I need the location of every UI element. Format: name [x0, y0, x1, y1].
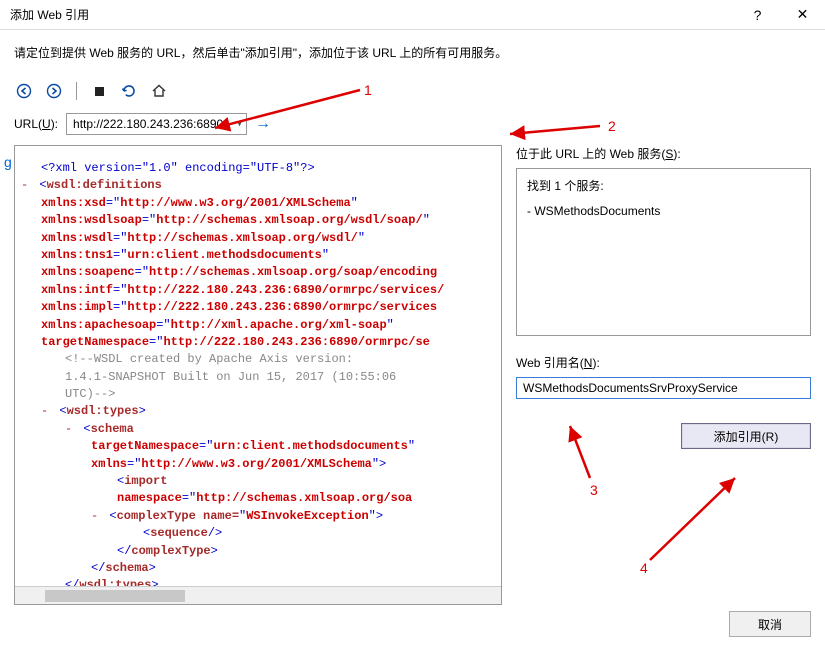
toolbar [0, 81, 825, 113]
services-found: 找到 1 个服务: [527, 177, 800, 194]
back-button[interactable] [14, 81, 34, 101]
help-button[interactable]: ? [735, 0, 780, 30]
stop-button[interactable] [89, 81, 109, 101]
close-button[interactable]: ✕ [780, 0, 825, 30]
add-reference-button[interactable]: 添加引用(R) [681, 423, 811, 449]
annotation-label-4: 4 [640, 560, 648, 576]
toolbar-separator [76, 82, 77, 100]
refresh-button[interactable] [119, 81, 139, 101]
forward-button[interactable] [44, 81, 64, 101]
url-input[interactable] [66, 113, 247, 135]
service-item[interactable]: - WSMethodsDocuments [527, 204, 800, 218]
titlebar: 添加 Web 引用 ? ✕ [0, 0, 825, 30]
go-button[interactable]: → [255, 115, 271, 133]
xml-content: <?xml version="1.0" encoding="UTF-8"?> -… [15, 146, 501, 605]
annotation-label-3: 3 [590, 482, 598, 498]
cancel-button[interactable]: 取消 [729, 611, 811, 637]
services-label: 位于此 URL 上的 Web 服务(S): [516, 145, 811, 162]
edge-letter: g [4, 154, 12, 170]
services-list[interactable]: 找到 1 个服务: - WSMethodsDocuments [516, 168, 811, 336]
instruction-text: 请定位到提供 Web 服务的 URL，然后单击"添加引用"，添加位于该 URL … [0, 30, 825, 81]
horizontal-scrollbar[interactable] [15, 586, 501, 604]
refname-input[interactable] [516, 377, 811, 399]
dialog-title: 添加 Web 引用 [10, 6, 89, 23]
url-label: URL(U): [14, 117, 58, 131]
annotation-label-1: 1 [364, 82, 372, 98]
annotation-label-2: 2 [608, 118, 616, 134]
wsdl-panel[interactable]: <?xml version="1.0" encoding="UTF-8"?> -… [14, 145, 502, 605]
refname-label: Web 引用名(N): [516, 354, 811, 371]
home-button[interactable] [149, 81, 169, 101]
